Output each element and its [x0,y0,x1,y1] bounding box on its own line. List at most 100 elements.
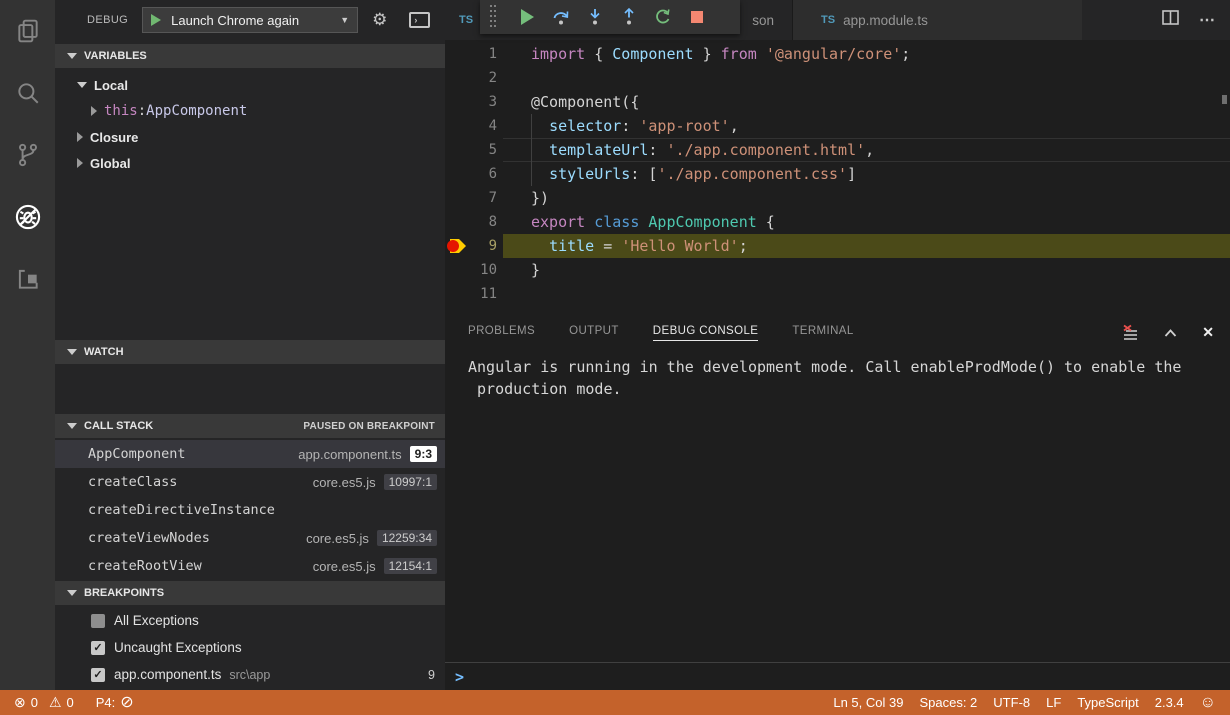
watch-section-header[interactable]: WATCH [55,340,445,364]
eol-sequence[interactable]: LF [1042,690,1065,715]
frame-name: createRootView [88,558,202,574]
code-line[interactable]: 5 templateUrl: './app.component.html', [445,138,1230,162]
breakpoint-gutter[interactable] [445,114,469,138]
continue-button[interactable] [510,0,544,34]
callstack-frame[interactable]: createDirectiveInstance [55,496,445,524]
variable-this-row[interactable]: this: AppComponent [55,98,445,124]
scope-global-row[interactable]: Global [55,150,445,176]
toolbar-drag-handle-icon[interactable] [490,5,498,30]
more-actions-icon[interactable]: ⋯ [1199,10,1216,30]
breakpoint-gutter[interactable] [445,258,469,282]
code-line[interactable]: 1import { Component } from '@angular/cor… [445,42,1230,66]
code-line[interactable]: 7}) [445,186,1230,210]
callstack-frame[interactable]: createClasscore.es5.js10997:1 [55,468,445,496]
callstack-section-header[interactable]: CALL STACK PAUSED ON BREAKPOINT [55,414,445,438]
code-token [531,237,549,255]
breakpoint-gutter[interactable] [445,282,469,306]
code-line[interactable]: 2 [445,66,1230,90]
breakpoint-gutter[interactable] [445,138,469,162]
twistie-expanded-icon [67,590,77,596]
explorer-icon[interactable] [0,0,55,62]
open-console-icon[interactable]: › [409,12,430,28]
debug-console-input[interactable]: > [445,662,1230,690]
panel-tab-debug-console[interactable]: DEBUG CONSOLE [653,325,759,341]
code-line[interactable]: 9 title = 'Hello World'; [445,234,1230,258]
warning-icon: ⚠ [49,690,62,715]
search-icon[interactable] [0,62,55,124]
breakpoint-item[interactable]: ✓ Uncaught Exceptions [55,634,445,661]
breakpoint-item[interactable]: All Exceptions [55,607,445,634]
tab-app-module[interactable]: TS app.module.ts [792,0,1082,40]
maximize-panel-icon[interactable] [1163,327,1178,339]
step-into-button[interactable] [578,0,612,34]
frame-file: app.component.ts [298,447,401,462]
code-line[interactable]: 3@Component({ [445,90,1230,114]
paused-status-badge: PAUSED ON BREAKPOINT [303,421,435,432]
callstack-frame[interactable]: AppComponentapp.component.ts9:3 [55,440,445,468]
start-debug-icon[interactable] [151,14,161,26]
typescript-version[interactable]: 2.3.4 [1151,690,1188,715]
configure-gear-icon[interactable]: ⚙ [372,10,387,30]
status-bar: ⊗ 0 ⚠ 0 P4: ⊘ Ln 5, Col 39 Spaces: 2 UTF… [0,690,1230,715]
language-mode[interactable]: TypeScript [1073,690,1142,715]
code-token [757,45,766,63]
breakpoint-label: Uncaught Exceptions [114,640,242,655]
code-editor[interactable]: 1import { Component } from '@angular/cor… [445,40,1230,315]
breakpoint-gutter[interactable] [445,66,469,90]
frame-line-badge: 12259:34 [377,530,437,546]
scope-closure-row[interactable]: Closure [55,124,445,150]
launch-config-dropdown[interactable]: Launch Chrome again ▼ [142,7,358,33]
code-text [497,66,531,90]
breakpoint-checkbox[interactable] [91,614,105,628]
frame-line-badge: 9:3 [410,446,437,462]
twistie-collapsed-icon [77,158,83,168]
code-line[interactable]: 6 styleUrls: ['./app.component.css'] [445,162,1230,186]
twistie-expanded-icon [77,82,87,88]
sidebar-title: DEBUG [87,14,128,26]
breakpoint-gutter[interactable] [445,210,469,234]
code-line[interactable]: 8export class AppComponent { [445,210,1230,234]
clear-console-icon[interactable] [1122,324,1139,341]
restart-button[interactable] [646,0,680,34]
step-out-button[interactable] [612,0,646,34]
cursor-position[interactable]: Ln 5, Col 39 [829,690,907,715]
encoding[interactable]: UTF-8 [989,690,1034,715]
breakpoint-gutter[interactable] [445,234,469,258]
breakpoint-item[interactable]: ✓app.component.tssrc\app9 [55,661,445,688]
breakpoint-checkbox[interactable]: ✓ [91,668,105,682]
breakpoint-gutter[interactable] [445,186,469,210]
callstack-frame[interactable]: createRootViewcore.es5.js12154:1 [55,552,445,580]
problems-status[interactable]: ⊗ 0 ⚠ 0 [10,690,78,715]
indentation[interactable]: Spaces: 2 [915,690,981,715]
breakpoint-gutter[interactable] [445,42,469,66]
callstack-frame[interactable]: createViewNodescore.es5.js12259:34 [55,524,445,552]
code-token [531,165,549,183]
panel-tab-terminal[interactable]: TERMINAL [792,325,853,340]
split-editor-icon[interactable] [1162,10,1179,30]
stop-button[interactable] [680,0,714,34]
breakpoint-checkbox[interactable]: ✓ [91,641,105,655]
vscode-window: DEBUG Launch Chrome again ▼ ⚙ › VARIABLE… [0,0,1230,715]
perforce-status[interactable]: P4: ⊘ [92,690,138,715]
code-token: import [531,45,585,63]
source-control-icon[interactable] [0,124,55,186]
variables-section-header[interactable]: VARIABLES [55,44,445,68]
code-line[interactable]: 4 selector: 'app-root', [445,114,1230,138]
step-over-button[interactable] [544,0,578,34]
breakpoints-section-header[interactable]: BREAKPOINTS [55,581,445,605]
breakpoint-gutter[interactable] [445,90,469,114]
close-panel-icon[interactable]: ✕ [1202,324,1214,341]
panel-tab-problems[interactable]: PROBLEMS [468,325,535,340]
panel-tab-output[interactable]: OUTPUT [569,325,619,340]
breakpoint-gutter[interactable] [445,162,469,186]
code-text: selector: 'app-root', [497,114,739,138]
breakpoint-line-number: 9 [428,668,435,682]
error-count: 0 [31,695,38,710]
extensions-icon[interactable] [0,248,55,310]
scope-local-row[interactable]: Local [55,72,445,98]
code-line[interactable]: 11 [445,282,1230,306]
code-line[interactable]: 10} [445,258,1230,282]
feedback-smiley-icon[interactable]: ☺ [1196,690,1220,715]
debug-icon[interactable] [0,186,55,248]
breakpoint-with-arrow-icon[interactable] [447,239,466,253]
